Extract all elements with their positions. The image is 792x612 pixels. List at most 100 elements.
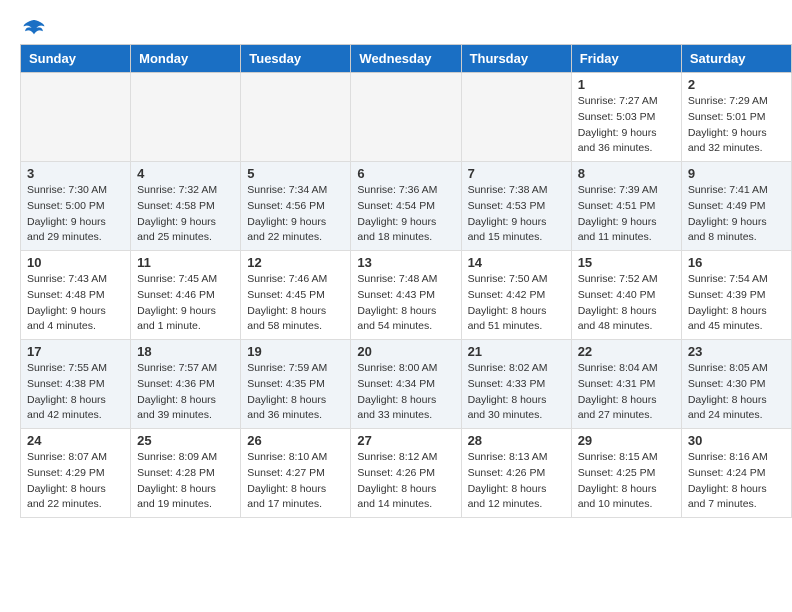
weekday-header-thursday: Thursday	[461, 45, 571, 73]
week-row-1: 1 Sunrise: 7:27 AMSunset: 5:03 PMDaylight…	[21, 73, 792, 162]
day-number: 19	[247, 344, 344, 359]
calendar-cell-1-4	[351, 73, 461, 162]
day-number: 14	[468, 255, 565, 270]
calendar-cell-5-7: 30 Sunrise: 8:16 AMSunset: 4:24 PMDayligh…	[681, 429, 791, 518]
day-number: 18	[137, 344, 234, 359]
day-info: Sunrise: 8:13 AMSunset: 4:26 PMDaylight:…	[468, 450, 565, 513]
weekday-header-sunday: Sunday	[21, 45, 131, 73]
day-info: Sunrise: 7:27 AMSunset: 5:03 PMDaylight:…	[578, 94, 675, 157]
calendar-cell-5-6: 29Sunrise: 8:15 AMSunset: 4:25 PMDayligh…	[571, 429, 681, 518]
day-info: Sunrise: 8:12 AMSunset: 4:26 PMDaylight:…	[357, 450, 454, 513]
day-number: 7	[468, 166, 565, 181]
day-info: Sunrise: 7:45 AMSunset: 4:46 PMDaylight:…	[137, 272, 234, 335]
calendar-cell-3-6: 15 Sunrise: 7:52 AMSunset: 4:40 PMDayligh…	[571, 251, 681, 340]
day-info: Sunrise: 8:10 AMSunset: 4:27 PMDaylight:…	[247, 450, 344, 513]
day-info: Sunrise: 7:32 AMSunset: 4:58 PMDaylight:…	[137, 183, 234, 246]
week-row-5: 24Sunrise: 8:07 AMSunset: 4:29 PMDayligh…	[21, 429, 792, 518]
logo	[20, 18, 46, 34]
day-number: 16	[688, 255, 785, 270]
logo-bird-icon	[22, 18, 46, 38]
day-number: 23	[688, 344, 785, 359]
day-number: 25	[137, 433, 234, 448]
calendar-cell-3-7: 16Sunrise: 7:54 AMSunset: 4:39 PMDayligh…	[681, 251, 791, 340]
calendar-cell-2-2: 4 Sunrise: 7:32 AMSunset: 4:58 PMDaylight…	[131, 162, 241, 251]
calendar-cell-3-5: 14 Sunrise: 7:50 AMSunset: 4:42 PMDayligh…	[461, 251, 571, 340]
calendar-cell-4-5: 21 Sunrise: 8:02 AMSunset: 4:33 PMDayligh…	[461, 340, 571, 429]
calendar-cell-2-4: 6 Sunrise: 7:36 AMSunset: 4:54 PMDaylight…	[351, 162, 461, 251]
day-number: 5	[247, 166, 344, 181]
calendar-cell-5-2: 25Sunrise: 8:09 AMSunset: 4:28 PMDayligh…	[131, 429, 241, 518]
day-number: 27	[357, 433, 454, 448]
day-number: 15	[578, 255, 675, 270]
day-info: Sunrise: 7:46 AMSunset: 4:45 PMDaylight:…	[247, 272, 344, 335]
calendar-cell-5-1: 24Sunrise: 8:07 AMSunset: 4:29 PMDayligh…	[21, 429, 131, 518]
day-info: Sunrise: 8:07 AMSunset: 4:29 PMDaylight:…	[27, 450, 124, 513]
day-number: 6	[357, 166, 454, 181]
day-info: Sunrise: 7:48 AMSunset: 4:43 PMDaylight:…	[357, 272, 454, 335]
day-number: 28	[468, 433, 565, 448]
day-info: Sunrise: 8:15 AMSunset: 4:25 PMDaylight:…	[578, 450, 675, 513]
calendar-cell-3-2: 11 Sunrise: 7:45 AMSunset: 4:46 PMDayligh…	[131, 251, 241, 340]
day-info: Sunrise: 7:41 AMSunset: 4:49 PMDaylight:…	[688, 183, 785, 246]
calendar-cell-1-5	[461, 73, 571, 162]
calendar-cell-4-7: 23 Sunrise: 8:05 AMSunset: 4:30 PMDayligh…	[681, 340, 791, 429]
calendar-cell-4-2: 18 Sunrise: 7:57 AMSunset: 4:36 PMDayligh…	[131, 340, 241, 429]
calendar-cell-4-6: 22 Sunrise: 8:04 AMSunset: 4:31 PMDayligh…	[571, 340, 681, 429]
weekday-header-monday: Monday	[131, 45, 241, 73]
calendar-cell-1-7: 2 Sunrise: 7:29 AMSunset: 5:01 PMDaylight…	[681, 73, 791, 162]
day-info: Sunrise: 7:29 AMSunset: 5:01 PMDaylight:…	[688, 94, 785, 157]
calendar-cell-1-6: 1 Sunrise: 7:27 AMSunset: 5:03 PMDaylight…	[571, 73, 681, 162]
day-number: 11	[137, 255, 234, 270]
day-info: Sunrise: 7:52 AMSunset: 4:40 PMDaylight:…	[578, 272, 675, 335]
week-row-4: 17Sunrise: 7:55 AMSunset: 4:38 PMDayligh…	[21, 340, 792, 429]
day-number: 2	[688, 77, 785, 92]
weekday-header-wednesday: Wednesday	[351, 45, 461, 73]
calendar-cell-1-2	[131, 73, 241, 162]
day-info: Sunrise: 8:04 AMSunset: 4:31 PMDaylight:…	[578, 361, 675, 424]
day-info: Sunrise: 7:30 AMSunset: 5:00 PMDaylight:…	[27, 183, 124, 246]
day-info: Sunrise: 8:02 AMSunset: 4:33 PMDaylight:…	[468, 361, 565, 424]
day-number: 12	[247, 255, 344, 270]
weekday-header-friday: Friday	[571, 45, 681, 73]
calendar-cell-4-4: 20 Sunrise: 8:00 AMSunset: 4:34 PMDayligh…	[351, 340, 461, 429]
week-row-2: 3 Sunrise: 7:30 AMSunset: 5:00 PMDaylight…	[21, 162, 792, 251]
day-info: Sunrise: 7:38 AMSunset: 4:53 PMDaylight:…	[468, 183, 565, 246]
day-number: 30	[688, 433, 785, 448]
day-number: 17	[27, 344, 124, 359]
calendar-cell-3-1: 10Sunrise: 7:43 AMSunset: 4:48 PMDayligh…	[21, 251, 131, 340]
day-number: 1	[578, 77, 675, 92]
calendar-cell-3-4: 13 Sunrise: 7:48 AMSunset: 4:43 PMDayligh…	[351, 251, 461, 340]
day-number: 3	[27, 166, 124, 181]
week-row-3: 10Sunrise: 7:43 AMSunset: 4:48 PMDayligh…	[21, 251, 792, 340]
day-number: 22	[578, 344, 675, 359]
calendar-cell-2-5: 7 Sunrise: 7:38 AMSunset: 4:53 PMDaylight…	[461, 162, 571, 251]
day-info: Sunrise: 8:00 AMSunset: 4:34 PMDaylight:…	[357, 361, 454, 424]
day-number: 8	[578, 166, 675, 181]
day-number: 4	[137, 166, 234, 181]
calendar-cell-4-1: 17Sunrise: 7:55 AMSunset: 4:38 PMDayligh…	[21, 340, 131, 429]
day-info: Sunrise: 7:36 AMSunset: 4:54 PMDaylight:…	[357, 183, 454, 246]
day-number: 20	[357, 344, 454, 359]
day-number: 21	[468, 344, 565, 359]
day-info: Sunrise: 7:57 AMSunset: 4:36 PMDaylight:…	[137, 361, 234, 424]
day-number: 13	[357, 255, 454, 270]
weekday-header-row: SundayMondayTuesdayWednesdayThursdayFrid…	[21, 45, 792, 73]
day-info: Sunrise: 8:05 AMSunset: 4:30 PMDaylight:…	[688, 361, 785, 424]
calendar-table: SundayMondayTuesdayWednesdayThursdayFrid…	[20, 44, 792, 518]
day-number: 26	[247, 433, 344, 448]
calendar-cell-2-6: 8 Sunrise: 7:39 AMSunset: 4:51 PMDaylight…	[571, 162, 681, 251]
day-info: Sunrise: 8:16 AMSunset: 4:24 PMDaylight:…	[688, 450, 785, 513]
calendar-cell-3-3: 12 Sunrise: 7:46 AMSunset: 4:45 PMDayligh…	[241, 251, 351, 340]
calendar-cell-2-1: 3 Sunrise: 7:30 AMSunset: 5:00 PMDaylight…	[21, 162, 131, 251]
day-info: Sunrise: 7:34 AMSunset: 4:56 PMDaylight:…	[247, 183, 344, 246]
calendar-cell-4-3: 19Sunrise: 7:59 AMSunset: 4:35 PMDayligh…	[241, 340, 351, 429]
weekday-header-tuesday: Tuesday	[241, 45, 351, 73]
calendar-cell-5-5: 28 Sunrise: 8:13 AMSunset: 4:26 PMDayligh…	[461, 429, 571, 518]
day-info: Sunrise: 7:50 AMSunset: 4:42 PMDaylight:…	[468, 272, 565, 335]
page-header	[0, 0, 792, 44]
day-info: Sunrise: 7:39 AMSunset: 4:51 PMDaylight:…	[578, 183, 675, 246]
weekday-header-saturday: Saturday	[681, 45, 791, 73]
calendar-wrapper: SundayMondayTuesdayWednesdayThursdayFrid…	[0, 44, 792, 528]
day-number: 10	[27, 255, 124, 270]
day-number: 9	[688, 166, 785, 181]
